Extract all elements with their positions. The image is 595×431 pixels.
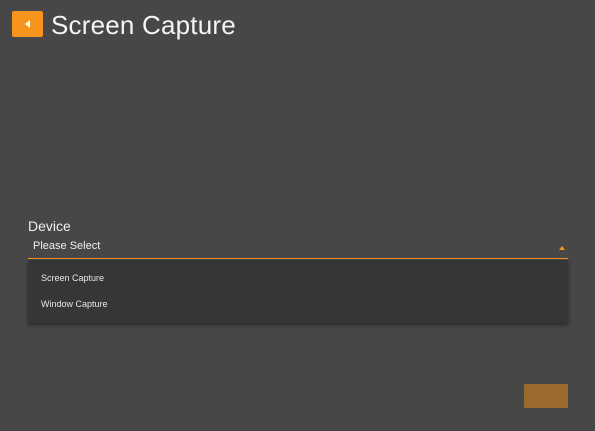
dropdown-option-window-capture[interactable]: Window Capture <box>41 299 108 309</box>
back-button[interactable] <box>12 11 43 37</box>
screen-capture-page: Screen Capture Device Please Select Scre… <box>0 0 595 431</box>
device-label: Device <box>28 218 71 234</box>
confirm-button[interactable] <box>524 384 568 408</box>
caret-up-icon <box>556 242 568 254</box>
dropdown-option-screen-capture[interactable]: Screen Capture <box>41 273 104 283</box>
chevron-left-icon <box>24 19 32 29</box>
device-dropdown-menu: Screen Capture Window Capture <box>28 260 568 323</box>
device-select[interactable]: Please Select <box>28 238 568 259</box>
page-title: Screen Capture <box>51 10 236 40</box>
device-select-value: Please Select <box>33 240 101 252</box>
